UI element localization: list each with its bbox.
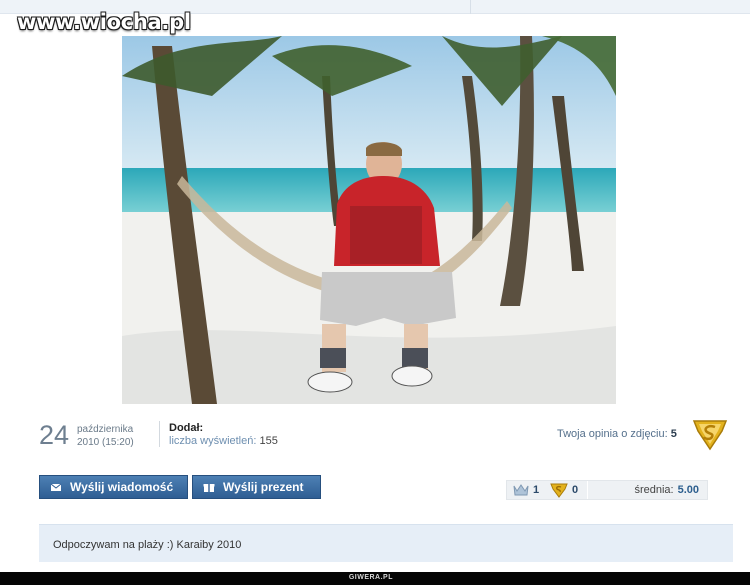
photo-description: Odpoczywam na plaży :) Karaiby 2010 xyxy=(39,524,733,562)
rating-summary: 1 0 średnia: 5.00 xyxy=(506,480,708,500)
super-badge-icon xyxy=(550,483,568,498)
super-count: 0 xyxy=(572,484,579,496)
gift-icon xyxy=(203,481,215,493)
top-bar-divider xyxy=(470,0,471,14)
footer-bar: GIWERA.PL xyxy=(0,572,750,585)
view-count-label: liczba wyświetleń: xyxy=(169,435,257,447)
footer-credit: GIWERA.PL xyxy=(348,574,393,581)
photo[interactable] xyxy=(122,36,616,404)
send-gift-button[interactable]: Wyślij prezent xyxy=(192,475,321,499)
date-time: 2010 (15:20) xyxy=(77,437,134,448)
send-message-button[interactable]: Wyślij wiadomość xyxy=(39,475,188,499)
beach-hammock-photo xyxy=(122,36,616,404)
super-rating[interactable]: 0 xyxy=(549,481,578,499)
opinion-label: Twoja opinia o zdjęciu: xyxy=(557,428,668,440)
added-by-label: Dodał: xyxy=(169,422,204,434)
crown-icon xyxy=(513,484,529,496)
opinion-text: Twoja opinia o zdjęciu: 5 xyxy=(557,428,677,440)
meta-divider xyxy=(159,421,160,447)
date-day: 24 xyxy=(39,420,70,450)
crown-count: 1 xyxy=(533,484,540,496)
rating-divider xyxy=(587,481,588,499)
opinion-value: 5 xyxy=(670,428,677,440)
average-value: 5.00 xyxy=(677,484,699,496)
watermark: www.wiocha.pl xyxy=(17,10,191,34)
view-count: liczba wyświetleń: 155 xyxy=(169,435,278,447)
date-month: października xyxy=(77,424,134,435)
super-badge-icon[interactable] xyxy=(690,417,730,451)
send-gift-label: Wyślij prezent xyxy=(223,480,304,494)
average-rating: średnia: 5.00 xyxy=(634,481,699,499)
crown-rating[interactable]: 1 xyxy=(513,481,539,499)
view-count-value: 155 xyxy=(259,435,278,447)
average-label: średnia: xyxy=(634,484,674,496)
envelope-icon xyxy=(50,481,62,493)
send-message-label: Wyślij wiadomość xyxy=(70,480,174,494)
